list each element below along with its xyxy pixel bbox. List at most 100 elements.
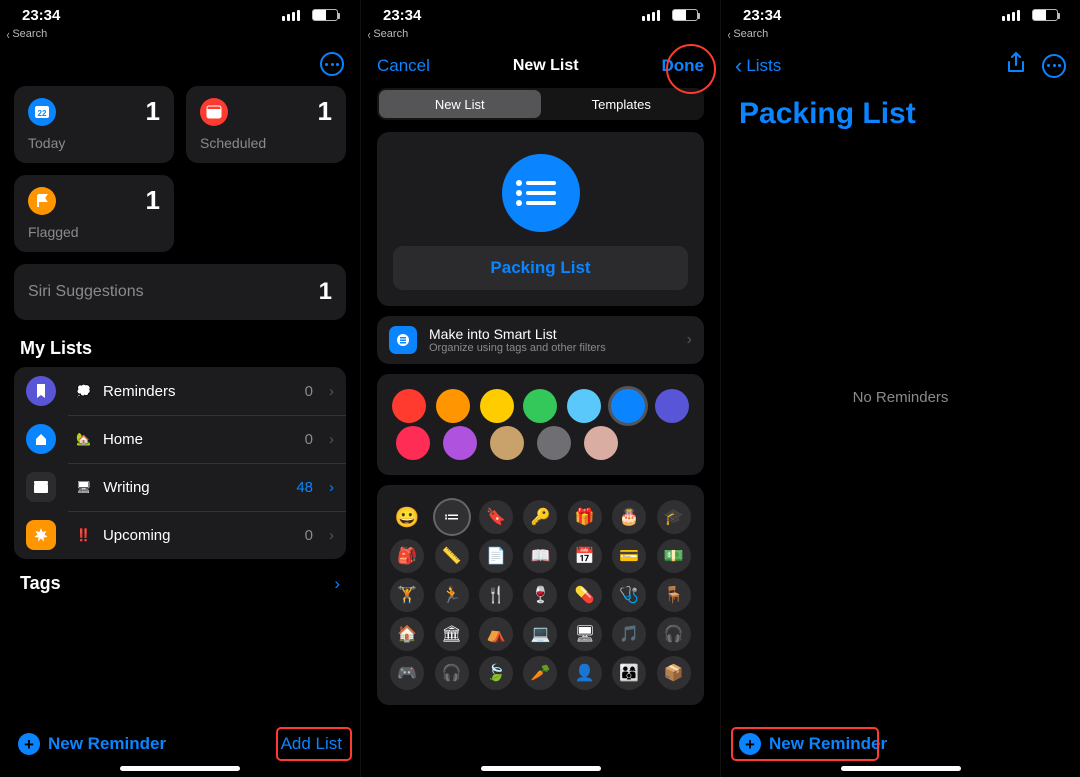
icon-option[interactable]: 🔑 (523, 500, 557, 534)
calendar-today-icon: 22 (28, 98, 56, 126)
icon-option[interactable]: 🎧 (657, 617, 691, 651)
section-title-my-lists: My Lists (0, 320, 360, 367)
list-preview-card: Packing List (377, 132, 704, 306)
chevron-left-icon: ‹ (7, 28, 10, 41)
calendar-icon (200, 98, 228, 126)
icon-option[interactable]: 📅 (568, 539, 602, 573)
battery-icon (312, 9, 338, 21)
tile-scheduled-count: 1 (318, 96, 332, 127)
icon-option[interactable]: 📦 (657, 656, 691, 690)
icon-option[interactable]: 👤 (568, 656, 602, 690)
icon-option[interactable]: 🍴 (479, 578, 513, 612)
icon-option[interactable]: 🏠 (390, 617, 424, 651)
icon-option[interactable]: 🩺 (612, 578, 646, 612)
chevron-left-icon: ‹ (728, 28, 731, 41)
color-swatch-rose[interactable] (584, 426, 618, 460)
new-reminder-button[interactable]: + New Reminder (18, 733, 166, 755)
home-indicator (481, 766, 601, 771)
folder-icon (26, 472, 56, 502)
tile-scheduled[interactable]: 1 Scheduled (186, 86, 346, 163)
color-palette (377, 374, 704, 475)
color-swatch-pink[interactable] (396, 426, 430, 460)
icon-option[interactable]: 💵 (657, 539, 691, 573)
icon-option[interactable]: 🏋 (390, 578, 424, 612)
battery-icon (1032, 9, 1058, 21)
icon-option[interactable]: 🍷 (523, 578, 557, 612)
more-options-button[interactable] (1042, 54, 1066, 78)
color-swatch-gray[interactable] (537, 426, 571, 460)
color-swatch-purple[interactable] (655, 389, 689, 423)
home-indicator (841, 766, 961, 771)
icon-option[interactable]: 🎂 (612, 500, 646, 534)
icon-option[interactable]: 🎵 (612, 617, 646, 651)
color-swatch-tan[interactable] (490, 426, 524, 460)
svg-text:22: 22 (38, 109, 47, 118)
color-swatch-blue[interactable] (611, 389, 645, 423)
siri-suggestions-row[interactable]: Siri Suggestions 1 (14, 264, 346, 320)
status-bar: 23:34 (0, 0, 360, 30)
status-time: 23:34 (22, 7, 60, 24)
plus-circle-icon: + (18, 733, 40, 755)
highlight-new-reminder (731, 727, 879, 761)
home-indicator (120, 766, 240, 771)
icon-option[interactable]: 🎮 (390, 656, 424, 690)
tags-section-header[interactable]: Tags › (0, 559, 360, 608)
segment-new-list[interactable]: New List (379, 90, 541, 118)
back-search-button[interactable]: ‹ Search (721, 30, 1080, 46)
icon-option[interactable]: 🖥 (568, 617, 602, 651)
list-row-upcoming[interactable]: ‼️ Upcoming 0 › (14, 511, 346, 559)
icon-option[interactable]: 🍃 (479, 656, 513, 690)
segment-templates[interactable]: Templates (541, 90, 703, 118)
icon-option[interactable]: 🎓 (657, 500, 691, 534)
status-bar: 23:34 (721, 0, 1080, 30)
icon-option[interactable]: 🥕 (523, 656, 557, 690)
icon-option[interactable]: 🏛 (435, 617, 469, 651)
icon-option[interactable]: 🔖 (479, 500, 513, 534)
icon-option[interactable]: 🪑 (657, 578, 691, 612)
back-lists-button[interactable]: ‹ Lists (735, 55, 781, 77)
list-row-home[interactable]: 🏡 Home 0 › (14, 415, 346, 463)
phone-screen-new-list: 23:34 ‹ Search Cancel New List Done New … (360, 0, 720, 777)
icon-option[interactable]: 📖 (523, 539, 557, 573)
tile-flagged[interactable]: 1 Flagged (14, 175, 174, 252)
icon-option[interactable]: 🎁 (568, 500, 602, 534)
icon-option[interactable]: 😀 (390, 500, 424, 534)
color-swatch-lightblue[interactable] (567, 389, 601, 423)
empty-state: No Reminders (721, 389, 1080, 406)
chevron-right-icon: › (329, 527, 334, 544)
status-bar: 23:34 (361, 0, 720, 30)
color-swatch-orange[interactable] (436, 389, 470, 423)
list-row-writing[interactable]: 🖥 Writing 48 › (14, 463, 346, 511)
segmented-control[interactable]: New List Templates (377, 88, 704, 120)
flag-icon (28, 187, 56, 215)
icon-option[interactable]: 📄 (479, 539, 513, 573)
list-name-input[interactable]: Packing List (393, 246, 688, 290)
icon-option[interactable]: 💻 (523, 617, 557, 651)
phone-screen-reminders-home: 23:34 ‹ Search 22 1 Today (0, 0, 360, 777)
icon-option[interactable]: 💊 (568, 578, 602, 612)
list-row-reminders[interactable]: 💭 Reminders 0 › (14, 367, 346, 415)
tile-today[interactable]: 22 1 Today (14, 86, 174, 163)
icon-option[interactable]: ≔ (435, 500, 469, 534)
icon-option[interactable]: ⛺ (479, 617, 513, 651)
back-search-button[interactable]: ‹ Search (361, 30, 720, 46)
color-swatch-green[interactable] (523, 389, 557, 423)
color-swatch-violet[interactable] (443, 426, 477, 460)
cancel-button[interactable]: Cancel (377, 56, 430, 76)
tile-flagged-count: 1 (146, 185, 160, 216)
icon-option[interactable]: 🎒 (390, 539, 424, 573)
share-icon[interactable] (1006, 52, 1026, 79)
back-search-button[interactable]: ‹ Search (0, 30, 360, 46)
icon-option[interactable]: 🎧 (435, 656, 469, 690)
make-smart-list-row[interactable]: Make into Smart List Organize using tags… (377, 316, 704, 364)
icon-option[interactable]: 👨‍👩‍👦 (612, 656, 646, 690)
chevron-left-icon: ‹ (368, 28, 371, 41)
cellular-icon (642, 10, 660, 21)
icon-option[interactable]: 🏃 (435, 578, 469, 612)
color-swatch-yellow[interactable] (480, 389, 514, 423)
icon-option[interactable]: 📏 (435, 539, 469, 573)
battery-icon (672, 9, 698, 21)
color-swatch-red[interactable] (392, 389, 426, 423)
icon-option[interactable]: 💳 (612, 539, 646, 573)
more-options-button[interactable] (320, 52, 344, 76)
